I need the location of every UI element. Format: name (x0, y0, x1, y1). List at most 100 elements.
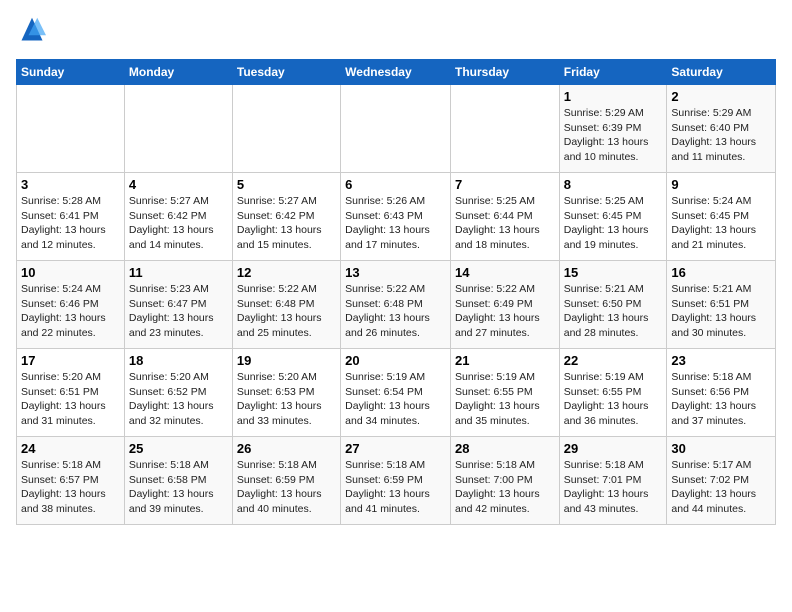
logo (16, 16, 46, 49)
day-info: Sunrise: 5:18 AM Sunset: 7:00 PM Dayligh… (455, 458, 555, 517)
day-info: Sunrise: 5:21 AM Sunset: 6:50 PM Dayligh… (564, 282, 663, 341)
day-info: Sunrise: 5:18 AM Sunset: 6:59 PM Dayligh… (237, 458, 336, 517)
day-number: 27 (345, 441, 446, 456)
day-number: 2 (671, 89, 771, 104)
calendar-table: SundayMondayTuesdayWednesdayThursdayFrid… (16, 59, 776, 525)
day-info: Sunrise: 5:24 AM Sunset: 6:45 PM Dayligh… (671, 194, 771, 253)
day-info: Sunrise: 5:18 AM Sunset: 6:58 PM Dayligh… (129, 458, 228, 517)
calendar-cell: 7Sunrise: 5:25 AM Sunset: 6:44 PM Daylig… (450, 173, 559, 261)
day-number: 14 (455, 265, 555, 280)
day-info: Sunrise: 5:26 AM Sunset: 6:43 PM Dayligh… (345, 194, 446, 253)
calendar-cell: 11Sunrise: 5:23 AM Sunset: 6:47 PM Dayli… (124, 261, 232, 349)
calendar-cell: 13 Sunrise: 5:22 AM Sunset: 6:48 PM Dayli… (341, 261, 451, 349)
day-info: Sunrise: 5:27 AM Sunset: 6:42 PM Dayligh… (237, 194, 336, 253)
calendar-cell: 4 Sunrise: 5:27 AM Sunset: 6:42 PM Daylig… (124, 173, 232, 261)
day-number: 25 (129, 441, 228, 456)
day-number: 1 (564, 89, 663, 104)
calendar-cell: 2 Sunrise: 5:29 AM Sunset: 6:40 PM Daylig… (667, 85, 776, 173)
day-number: 23 (671, 353, 771, 368)
calendar-cell: 5 Sunrise: 5:27 AM Sunset: 6:42 PM Daylig… (232, 173, 340, 261)
calendar-cell: 1Sunrise: 5:29 AM Sunset: 6:39 PM Daylig… (559, 85, 667, 173)
day-info: Sunrise: 5:18 AM Sunset: 6:57 PM Dayligh… (21, 458, 120, 517)
page-header (16, 16, 776, 49)
day-number: 19 (237, 353, 336, 368)
calendar-cell: 22Sunrise: 5:19 AM Sunset: 6:55 PM Dayli… (559, 349, 667, 437)
day-info: Sunrise: 5:19 AM Sunset: 6:55 PM Dayligh… (455, 370, 555, 429)
calendar-cell: 9Sunrise: 5:24 AM Sunset: 6:45 PM Daylig… (667, 173, 776, 261)
weekday-header-tuesday: Tuesday (232, 60, 340, 85)
calendar-cell: 18Sunrise: 5:20 AM Sunset: 6:52 PM Dayli… (124, 349, 232, 437)
calendar-cell (17, 85, 125, 173)
calendar-cell: 6Sunrise: 5:26 AM Sunset: 6:43 PM Daylig… (341, 173, 451, 261)
calendar-cell: 24 Sunrise: 5:18 AM Sunset: 6:57 PM Dayli… (17, 437, 125, 525)
weekday-header-sunday: Sunday (17, 60, 125, 85)
calendar-cell: 3Sunrise: 5:28 AM Sunset: 6:41 PM Daylig… (17, 173, 125, 261)
day-info: Sunrise: 5:20 AM Sunset: 6:53 PM Dayligh… (237, 370, 336, 429)
day-number: 30 (671, 441, 771, 456)
day-info: Sunrise: 5:23 AM Sunset: 6:47 PM Dayligh… (129, 282, 228, 341)
calendar-cell: 16 Sunrise: 5:21 AM Sunset: 6:51 PM Dayli… (667, 261, 776, 349)
day-number: 12 (237, 265, 336, 280)
day-info: Sunrise: 5:29 AM Sunset: 6:40 PM Dayligh… (671, 106, 771, 165)
day-info: Sunrise: 5:24 AM Sunset: 6:46 PM Dayligh… (21, 282, 120, 341)
day-number: 17 (21, 353, 120, 368)
weekday-header-saturday: Saturday (667, 60, 776, 85)
day-number: 21 (455, 353, 555, 368)
calendar-week-3: 10 Sunrise: 5:24 AM Sunset: 6:46 PM Dayli… (17, 261, 776, 349)
calendar-cell (341, 85, 451, 173)
calendar-cell: 17 Sunrise: 5:20 AM Sunset: 6:51 PM Dayli… (17, 349, 125, 437)
calendar-week-2: 3Sunrise: 5:28 AM Sunset: 6:41 PM Daylig… (17, 173, 776, 261)
calendar-cell: 28Sunrise: 5:18 AM Sunset: 7:00 PM Dayli… (450, 437, 559, 525)
day-info: Sunrise: 5:18 AM Sunset: 7:01 PM Dayligh… (564, 458, 663, 517)
day-number: 5 (237, 177, 336, 192)
day-number: 18 (129, 353, 228, 368)
day-number: 29 (564, 441, 663, 456)
day-number: 4 (129, 177, 228, 192)
day-number: 15 (564, 265, 663, 280)
calendar-week-4: 17 Sunrise: 5:20 AM Sunset: 6:51 PM Dayli… (17, 349, 776, 437)
calendar-cell: 8 Sunrise: 5:25 AM Sunset: 6:45 PM Daylig… (559, 173, 667, 261)
day-info: Sunrise: 5:25 AM Sunset: 6:45 PM Dayligh… (564, 194, 663, 253)
day-info: Sunrise: 5:21 AM Sunset: 6:51 PM Dayligh… (671, 282, 771, 341)
day-info: Sunrise: 5:27 AM Sunset: 6:42 PM Dayligh… (129, 194, 228, 253)
day-number: 20 (345, 353, 446, 368)
weekday-header-row: SundayMondayTuesdayWednesdayThursdayFrid… (17, 60, 776, 85)
day-info: Sunrise: 5:22 AM Sunset: 6:49 PM Dayligh… (455, 282, 555, 341)
day-info: Sunrise: 5:20 AM Sunset: 6:51 PM Dayligh… (21, 370, 120, 429)
day-number: 24 (21, 441, 120, 456)
calendar-cell: 19 Sunrise: 5:20 AM Sunset: 6:53 PM Dayli… (232, 349, 340, 437)
day-number: 8 (564, 177, 663, 192)
day-info: Sunrise: 5:25 AM Sunset: 6:44 PM Dayligh… (455, 194, 555, 253)
calendar-cell: 14 Sunrise: 5:22 AM Sunset: 6:49 PM Dayli… (450, 261, 559, 349)
calendar-cell: 30Sunrise: 5:17 AM Sunset: 7:02 PM Dayli… (667, 437, 776, 525)
weekday-header-friday: Friday (559, 60, 667, 85)
weekday-header-thursday: Thursday (450, 60, 559, 85)
calendar-cell: 27 Sunrise: 5:18 AM Sunset: 6:59 PM Dayli… (341, 437, 451, 525)
day-number: 26 (237, 441, 336, 456)
day-number: 10 (21, 265, 120, 280)
day-info: Sunrise: 5:19 AM Sunset: 6:54 PM Dayligh… (345, 370, 446, 429)
day-number: 16 (671, 265, 771, 280)
day-info: Sunrise: 5:18 AM Sunset: 6:56 PM Dayligh… (671, 370, 771, 429)
calendar-cell: 15 Sunrise: 5:21 AM Sunset: 6:50 PM Dayli… (559, 261, 667, 349)
calendar-cell: 26 Sunrise: 5:18 AM Sunset: 6:59 PM Dayli… (232, 437, 340, 525)
calendar-cell (450, 85, 559, 173)
calendar-cell: 25 Sunrise: 5:18 AM Sunset: 6:58 PM Dayli… (124, 437, 232, 525)
calendar-cell (232, 85, 340, 173)
calendar-cell: 12 Sunrise: 5:22 AM Sunset: 6:48 PM Dayli… (232, 261, 340, 349)
day-info: Sunrise: 5:28 AM Sunset: 6:41 PM Dayligh… (21, 194, 120, 253)
calendar-cell: 10 Sunrise: 5:24 AM Sunset: 6:46 PM Dayli… (17, 261, 125, 349)
calendar-week-1: 1Sunrise: 5:29 AM Sunset: 6:39 PM Daylig… (17, 85, 776, 173)
day-info: Sunrise: 5:22 AM Sunset: 6:48 PM Dayligh… (345, 282, 446, 341)
day-info: Sunrise: 5:18 AM Sunset: 6:59 PM Dayligh… (345, 458, 446, 517)
calendar-cell: 20 Sunrise: 5:19 AM Sunset: 6:54 PM Dayli… (341, 349, 451, 437)
logo-icon (18, 16, 46, 44)
day-number: 13 (345, 265, 446, 280)
calendar-cell: 29 Sunrise: 5:18 AM Sunset: 7:01 PM Dayli… (559, 437, 667, 525)
calendar-cell: 23 Sunrise: 5:18 AM Sunset: 6:56 PM Dayli… (667, 349, 776, 437)
weekday-header-monday: Monday (124, 60, 232, 85)
calendar-week-5: 24 Sunrise: 5:18 AM Sunset: 6:57 PM Dayli… (17, 437, 776, 525)
calendar-cell (124, 85, 232, 173)
day-info: Sunrise: 5:22 AM Sunset: 6:48 PM Dayligh… (237, 282, 336, 341)
calendar-cell: 21 Sunrise: 5:19 AM Sunset: 6:55 PM Dayli… (450, 349, 559, 437)
